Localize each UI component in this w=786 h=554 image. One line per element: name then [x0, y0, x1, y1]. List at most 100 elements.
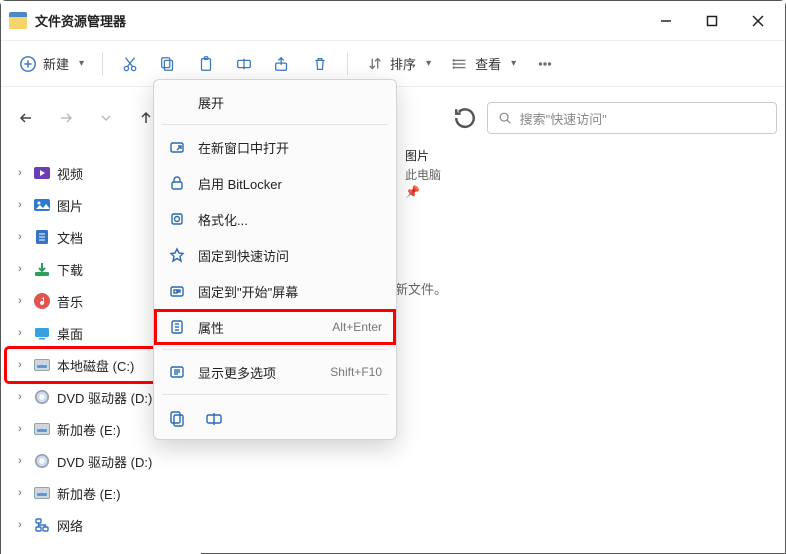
more-icon — [168, 363, 186, 381]
menu-separator — [162, 394, 388, 395]
toolbar-separator — [347, 53, 348, 75]
chevron-down-icon: ▾ — [426, 58, 431, 69]
expand-icon: › — [13, 455, 27, 467]
sidebar-item-label: 新加卷 (E:) — [57, 420, 121, 439]
search-input[interactable]: 搜索"快速访问" — [487, 102, 777, 134]
maximize-button[interactable] — [689, 1, 735, 41]
sort-label: 排序 — [390, 54, 416, 73]
expand-icon: › — [13, 359, 27, 371]
disk-icon — [33, 484, 51, 502]
menu-item-label: 格式化... — [198, 210, 370, 229]
properties-icon — [168, 318, 186, 336]
toolbar-separator — [102, 53, 103, 75]
menu-item-accelerator: Shift+F10 — [330, 365, 382, 379]
cut-button[interactable] — [113, 47, 147, 81]
share-button[interactable] — [265, 47, 299, 81]
dvd-icon — [33, 452, 51, 470]
sidebar-item-disk[interactable]: › 新加卷 (E:) — [7, 477, 195, 509]
sidebar-item-label: 音乐 — [57, 292, 83, 311]
search-placeholder: 搜索"快速访问" — [520, 109, 607, 128]
delete-button[interactable] — [303, 47, 337, 81]
menu-item-format[interactable]: 格式化... — [154, 201, 396, 237]
menu-item-label: 属性 — [198, 318, 320, 337]
sidebar-item-label: 网络 — [57, 516, 83, 535]
sidebar-item-label: 新加卷 (E:) — [57, 484, 121, 503]
expand-icon: › — [13, 487, 27, 499]
sidebar-item-label: 桌面 — [57, 324, 83, 343]
menu-item-bitlocker[interactable]: 启用 BitLocker — [154, 165, 396, 201]
expand-icon: › — [13, 295, 27, 307]
sidebar-item-label: DVD 驱动器 (D:) — [57, 452, 152, 471]
menu-item-more[interactable]: 显示更多选项Shift+F10 — [154, 354, 396, 390]
menu-item-label: 启用 BitLocker — [198, 174, 370, 193]
bitlocker-icon — [168, 174, 186, 192]
disk-icon — [33, 356, 51, 374]
sidebar-item-label: 文档 — [57, 228, 83, 247]
menu-item-pin-quick[interactable]: 固定到快速访问 — [154, 237, 396, 273]
new-window-icon — [168, 138, 186, 156]
sidebar-item-label: 视频 — [57, 164, 83, 183]
expand-icon: › — [13, 423, 27, 435]
copy-button[interactable] — [151, 47, 185, 81]
chevron-down-icon: ▾ — [79, 58, 84, 69]
expand-icon: › — [13, 327, 27, 339]
sidebar-item-network[interactable]: › 网络 — [7, 509, 195, 541]
disk-icon — [33, 420, 51, 438]
downloads-icon — [33, 260, 51, 278]
menu-separator — [162, 349, 388, 350]
minimize-button[interactable] — [643, 1, 689, 41]
pictures-icon — [33, 196, 51, 214]
rename-icon[interactable] — [200, 405, 228, 433]
forward-button[interactable] — [57, 109, 75, 127]
menu-item-properties[interactable]: 属性 Alt+Enter — [154, 309, 396, 345]
copy-icon[interactable] — [164, 405, 192, 433]
new-label: 新建 — [43, 54, 69, 73]
sidebar-item-label: 图片 — [57, 196, 83, 215]
titlebar: 文件资源管理器 — [1, 1, 785, 41]
videos-icon — [33, 164, 51, 182]
menu-item-accelerator: Alt+Enter — [332, 320, 382, 334]
menu-item-new-window[interactable]: 在新窗口中打开 — [154, 129, 396, 165]
format-icon — [168, 210, 186, 228]
rename-button[interactable] — [227, 47, 261, 81]
folder-location: 此电脑 — [405, 166, 441, 183]
view-button[interactable]: 查看 ▾ — [443, 47, 524, 81]
paste-button[interactable] — [189, 47, 223, 81]
music-icon — [33, 292, 51, 310]
sidebar-item-label: DVD 驱动器 (D:) — [57, 388, 152, 407]
dvd-icon — [33, 388, 51, 406]
refresh-button[interactable] — [451, 102, 479, 134]
window-controls — [643, 1, 781, 41]
desktop-icon — [33, 324, 51, 342]
expand-icon: › — [13, 263, 27, 275]
network-icon — [33, 516, 51, 534]
sidebar-item-label: 下载 — [57, 260, 83, 279]
expand-icon: › — [13, 519, 27, 531]
pin-quick-icon — [168, 246, 186, 264]
expand-icon: › — [13, 199, 27, 211]
chevron-down-icon: ▾ — [511, 58, 516, 69]
menu-item-label: 在新窗口中打开 — [198, 138, 370, 157]
recent-button[interactable] — [97, 109, 115, 127]
pin-icon: 📌 — [405, 185, 420, 199]
expand-icon: › — [13, 231, 27, 243]
view-label: 查看 — [475, 54, 501, 73]
menu-item-pin-start[interactable]: 固定到"开始"屏幕 — [154, 273, 396, 309]
menu-item-label: 展开 — [198, 93, 370, 112]
menu-item-label: 固定到"开始"屏幕 — [198, 282, 370, 301]
sidebar-item-dvd[interactable]: › DVD 驱动器 (D:) — [7, 445, 195, 477]
docs-icon — [33, 228, 51, 246]
sort-button[interactable]: 排序 ▾ — [358, 47, 439, 81]
menu-quick-actions — [154, 399, 396, 435]
search-icon — [498, 111, 512, 125]
menu-item-label: 固定到快速访问 — [198, 246, 370, 265]
back-button[interactable] — [17, 109, 35, 127]
more-button[interactable] — [528, 47, 562, 81]
menu-separator — [162, 124, 388, 125]
close-button[interactable] — [735, 1, 781, 41]
new-button[interactable]: 新建 ▾ — [11, 47, 92, 81]
folder-icon — [9, 12, 27, 30]
blank-icon — [168, 93, 186, 111]
menu-item-expand[interactable]: 展开 — [154, 84, 396, 120]
expand-icon: › — [13, 167, 27, 179]
